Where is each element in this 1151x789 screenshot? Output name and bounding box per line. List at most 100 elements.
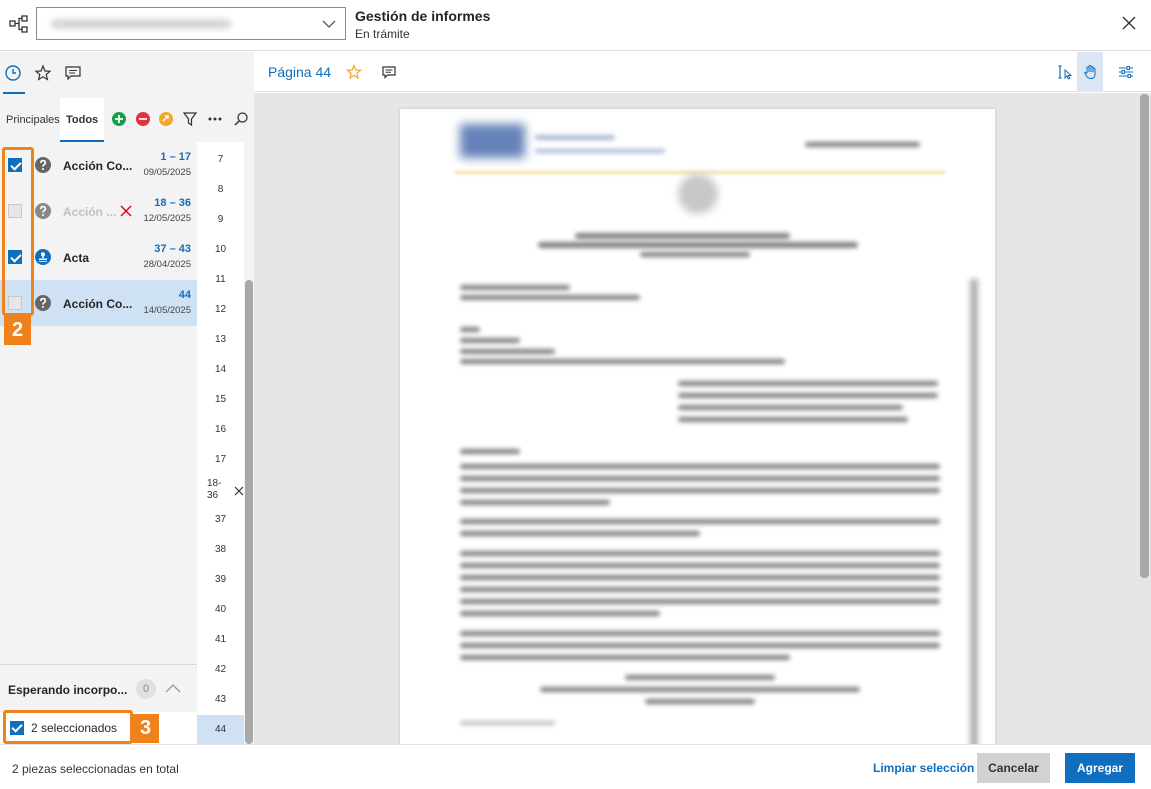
page-number[interactable]: 15	[197, 385, 244, 415]
tab-todos[interactable]: Todos	[60, 98, 104, 142]
blurred-text	[460, 449, 520, 454]
blurred-text	[535, 149, 665, 153]
pan-hand-icon[interactable]	[1082, 64, 1098, 80]
blurred-text	[460, 285, 570, 290]
more-options-icon[interactable]	[207, 111, 223, 127]
star-icon[interactable]	[346, 64, 362, 80]
question-icon	[35, 295, 51, 311]
page-number[interactable]: 37	[197, 505, 244, 535]
blurred-text	[460, 519, 940, 524]
stamp-icon	[35, 249, 51, 265]
page-number[interactable]: 13	[197, 325, 244, 355]
removed-x-icon	[234, 486, 244, 496]
remove-icon[interactable]	[135, 111, 151, 127]
panel-view-switcher	[0, 52, 254, 96]
documents-panel: Principales Todos Acción Co... 1 – 17 09…	[0, 52, 254, 745]
blurred-text	[678, 405, 903, 410]
document-page-preview	[400, 109, 995, 744]
document-page-range: 37 – 43	[154, 243, 191, 255]
process-title: Gestión de informes	[355, 8, 491, 24]
chevron-up-icon[interactable]	[165, 681, 181, 697]
blurred-text	[460, 464, 940, 469]
blurred-seal	[678, 174, 718, 214]
blurred-text	[678, 393, 938, 398]
filter-icon[interactable]	[182, 111, 198, 127]
document-viewer[interactable]	[254, 93, 1151, 744]
cancel-button[interactable]: Cancelar	[977, 753, 1050, 783]
document-date: 28/04/2025	[143, 259, 191, 270]
waiting-count-badge: 0	[136, 679, 156, 699]
blurred-text	[460, 575, 940, 580]
page-number[interactable]: 16	[197, 415, 244, 445]
document-name: Acción ...	[63, 205, 117, 219]
page-number[interactable]: 40	[197, 595, 244, 625]
settings-sliders-icon[interactable]	[1118, 64, 1134, 80]
blurred-text	[460, 327, 480, 332]
page-number[interactable]: 8	[197, 175, 244, 205]
blurred-text	[805, 142, 920, 147]
blurred-text	[460, 488, 940, 493]
page-number[interactable]: 42	[197, 655, 244, 685]
blurred-text	[575, 233, 790, 239]
blurred-text	[460, 476, 940, 481]
callout-number-3: 3	[132, 714, 159, 743]
question-icon	[35, 157, 51, 173]
blurred-record-value	[51, 19, 231, 29]
page-number[interactable]: 14	[197, 355, 244, 385]
comment-icon[interactable]	[64, 64, 82, 82]
blurred-text	[460, 563, 940, 568]
callout-box-selected	[3, 710, 133, 744]
page-number[interactable]: 41	[197, 625, 244, 655]
page-number[interactable]: 43	[197, 685, 244, 715]
document-page-range: 18 – 36	[154, 197, 191, 209]
search-icon[interactable]	[233, 111, 249, 127]
blurred-side-text	[970, 279, 978, 744]
page-number[interactable]: 7	[197, 145, 244, 175]
blurred-text	[460, 631, 940, 636]
close-icon[interactable]	[1121, 15, 1137, 31]
comment-icon[interactable]	[381, 64, 397, 80]
document-date: 09/05/2025	[143, 167, 191, 178]
text-select-icon[interactable]	[1057, 64, 1073, 80]
blurred-text	[460, 551, 940, 556]
waiting-section: Esperando incorpo... 0	[0, 664, 197, 712]
page-title: Página 44	[268, 64, 332, 80]
chevron-down-icon	[322, 20, 336, 28]
star-icon[interactable]	[34, 64, 52, 82]
page-number[interactable]: 12	[197, 295, 244, 325]
swap-icon[interactable]	[158, 111, 174, 127]
page-number[interactable]: 39	[197, 565, 244, 595]
viewer-toolbar: Página 44	[254, 52, 1151, 92]
tab-principales[interactable]: Principales	[0, 98, 66, 142]
document-date: 12/05/2025	[143, 213, 191, 224]
page-number[interactable]: 11	[197, 265, 244, 295]
document-tabs: Principales Todos	[0, 98, 254, 142]
page-number[interactable]: 18- 36	[207, 475, 237, 505]
blurred-text	[460, 349, 555, 354]
clock-icon[interactable]	[4, 64, 22, 82]
document-name: Acción Co...	[63, 297, 133, 311]
page-number[interactable]: 17	[197, 445, 244, 475]
page-number-current[interactable]: 44	[197, 715, 244, 745]
selection-status: 2 piezas seleccionadas en total	[12, 762, 179, 776]
blurred-text	[460, 587, 940, 592]
add-icon[interactable]	[111, 111, 127, 127]
blurred-text	[625, 675, 775, 680]
blurred-text	[535, 135, 615, 140]
document-page-range: 1 – 17	[160, 151, 191, 163]
page-number[interactable]: 10	[197, 235, 244, 265]
document-name: Acción Co...	[63, 159, 133, 173]
page-number[interactable]: 9	[197, 205, 244, 235]
page-strip-scrollbar[interactable]	[245, 280, 253, 744]
hierarchy-icon[interactable]	[9, 15, 29, 33]
viewer-scrollbar[interactable]	[1140, 94, 1149, 578]
clear-selection-button[interactable]: Limpiar selección	[873, 761, 974, 775]
document-name: Acta	[63, 251, 90, 265]
record-select[interactable]	[36, 7, 346, 40]
page-number[interactable]: 38	[197, 535, 244, 565]
blurred-text	[460, 721, 555, 725]
add-button[interactable]: Agregar	[1065, 753, 1135, 783]
page-number-strip: 7 8 9 10 11 12 13 14 15 16 17 18- 36 37 …	[197, 142, 244, 745]
callout-number-2: 2	[4, 316, 31, 345]
blurred-text	[460, 643, 940, 648]
